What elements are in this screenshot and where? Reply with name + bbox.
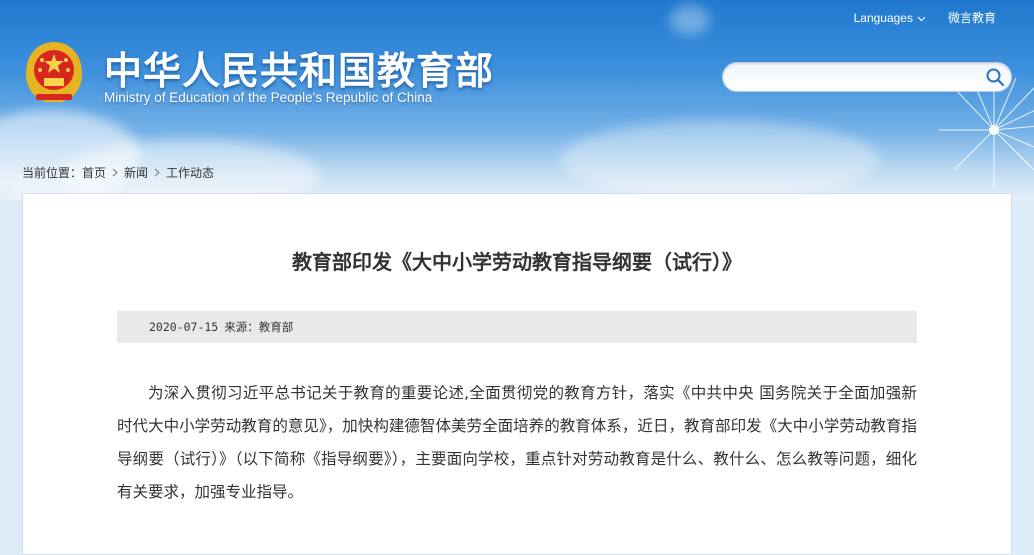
- languages-link[interactable]: Languages: [854, 11, 926, 25]
- site-subtitle: Ministry of Education of the People's Re…: [104, 90, 433, 105]
- breadcrumb-news[interactable]: 新闻: [124, 164, 148, 181]
- chevron-right-icon: [112, 168, 118, 177]
- article-meta: 2020-07-15 来源：教育部: [117, 311, 917, 343]
- search-input[interactable]: [735, 63, 979, 91]
- article-paragraph: 为深入贯彻习近平总书记关于教育的重要论述,全面贯彻党的教育方针，落实《中共中央 …: [117, 384, 917, 501]
- article-title: 教育部印发《大中小学劳动教育指导纲要（试行）》: [292, 250, 742, 274]
- article-source: 来源：教育部: [224, 320, 294, 334]
- chevron-down-icon: [917, 16, 926, 21]
- weibo-link[interactable]: 微言教育: [948, 9, 996, 26]
- breadcrumb-home[interactable]: 首页: [82, 164, 106, 181]
- article-date: 2020-07-15: [149, 320, 219, 334]
- top-links: Languages 微言教育: [854, 9, 996, 26]
- article-card: 教育部印发《大中小学劳动教育指导纲要（试行）》 2020-07-15 来源：教育部…: [22, 193, 1012, 555]
- site-title: 中华人民共和国教育部: [104, 49, 495, 93]
- breadcrumb-prefix: 当前位置：: [22, 166, 83, 180]
- breadcrumb: 当前位置： 首页 新闻 工作动态: [22, 164, 214, 181]
- search-icon[interactable]: [985, 67, 1005, 87]
- national-emblem-icon: [26, 42, 82, 102]
- languages-label: Languages: [853, 10, 913, 25]
- search-box: [722, 62, 1012, 92]
- chevron-right-icon: [154, 168, 160, 177]
- breadcrumb-work-news[interactable]: 工作动态: [166, 164, 214, 181]
